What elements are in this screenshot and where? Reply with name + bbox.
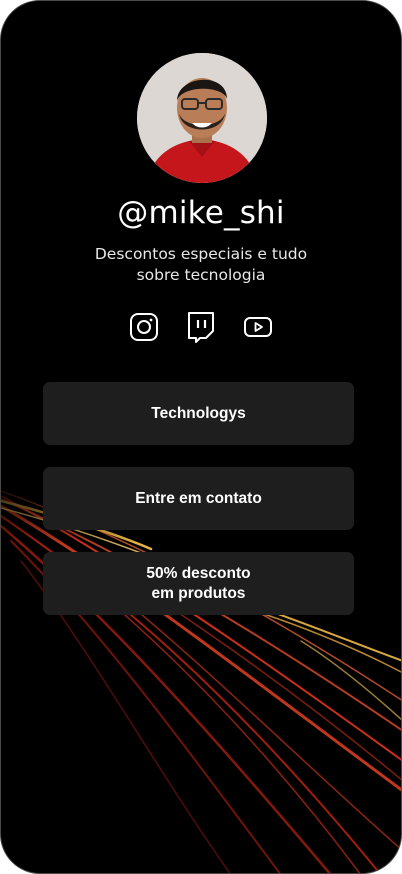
twitch-icon: [188, 312, 214, 343]
avatar: [137, 53, 267, 183]
phone-frame: @mike_shi Descontos especiais e tudo sob…: [0, 0, 402, 874]
instagram-link[interactable]: [128, 311, 160, 343]
discount-link-button[interactable]: 50% desconto em produtos: [43, 552, 354, 615]
instagram-icon: [130, 313, 158, 341]
profile-content: @mike_shi Descontos especiais e tudo sob…: [1, 1, 401, 873]
technologys-link-button[interactable]: Technologys: [43, 382, 354, 445]
profile-handle: @mike_shi: [117, 195, 285, 231]
youtube-link[interactable]: [242, 311, 274, 343]
twitch-link[interactable]: [185, 311, 217, 343]
profile-bio: Descontos especiais e tudo sobre tecnolo…: [94, 245, 308, 284]
social-links: [1, 311, 401, 343]
contact-link-button[interactable]: Entre em contato: [43, 467, 354, 530]
youtube-icon: [244, 317, 272, 337]
